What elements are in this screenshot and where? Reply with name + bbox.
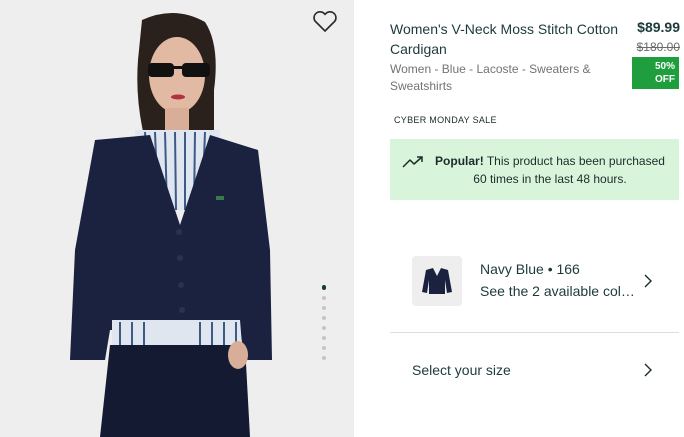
original-price: $180.00 <box>636 40 680 54</box>
trending-up-icon <box>402 156 423 168</box>
pagination-dot[interactable] <box>322 336 326 340</box>
pagination-dot[interactable] <box>322 306 326 310</box>
size-selector[interactable]: Select your size <box>390 346 679 394</box>
discount-badge: 50% OFF <box>632 57 679 89</box>
product-info: Women's V-Neck Moss Stitch Cotton Cardig… <box>390 0 684 437</box>
product-title: Women's V-Neck Moss Stitch Cotton Cardig… <box>390 21 619 57</box>
variant-available-colors: See the 2 available colors <box>480 283 636 299</box>
current-price: $89.99 <box>637 19 680 35</box>
heart-icon[interactable] <box>312 10 338 34</box>
product-gallery[interactable] <box>0 0 354 437</box>
chevron-right-icon <box>644 363 652 377</box>
pagination-dot[interactable] <box>322 346 326 350</box>
pagination-dot[interactable] <box>322 356 326 360</box>
pagination-dot[interactable] <box>322 326 326 330</box>
product-photo <box>0 0 354 437</box>
popular-label: Popular! <box>435 154 484 168</box>
popular-banner: Popular! This product has been purchased… <box>390 139 679 200</box>
product-breadcrumb[interactable]: Women - Blue - Lacoste - Sweaters & Swea… <box>390 61 620 95</box>
pagination-dot[interactable] <box>322 296 326 300</box>
color-variant-selector[interactable]: Navy Blue • 166 See the 2 available colo… <box>412 256 679 306</box>
discount-percent: 50% <box>654 61 675 72</box>
pagination-dot[interactable] <box>322 316 326 320</box>
divider <box>390 332 679 333</box>
gallery-pagination[interactable] <box>322 285 328 366</box>
variant-name: Navy Blue • 166 <box>480 261 580 277</box>
popular-text: This product has been purchased 60 times… <box>473 154 665 186</box>
popular-message: Popular! This product has been purchased… <box>430 152 670 188</box>
sale-label: CYBER MONDAY SALE <box>394 115 497 125</box>
discount-off: OFF <box>655 74 675 85</box>
pagination-dot-active[interactable] <box>322 285 326 290</box>
size-selector-label: Select your size <box>412 362 511 378</box>
chevron-right-icon <box>644 274 652 288</box>
variant-thumbnail <box>412 256 462 306</box>
